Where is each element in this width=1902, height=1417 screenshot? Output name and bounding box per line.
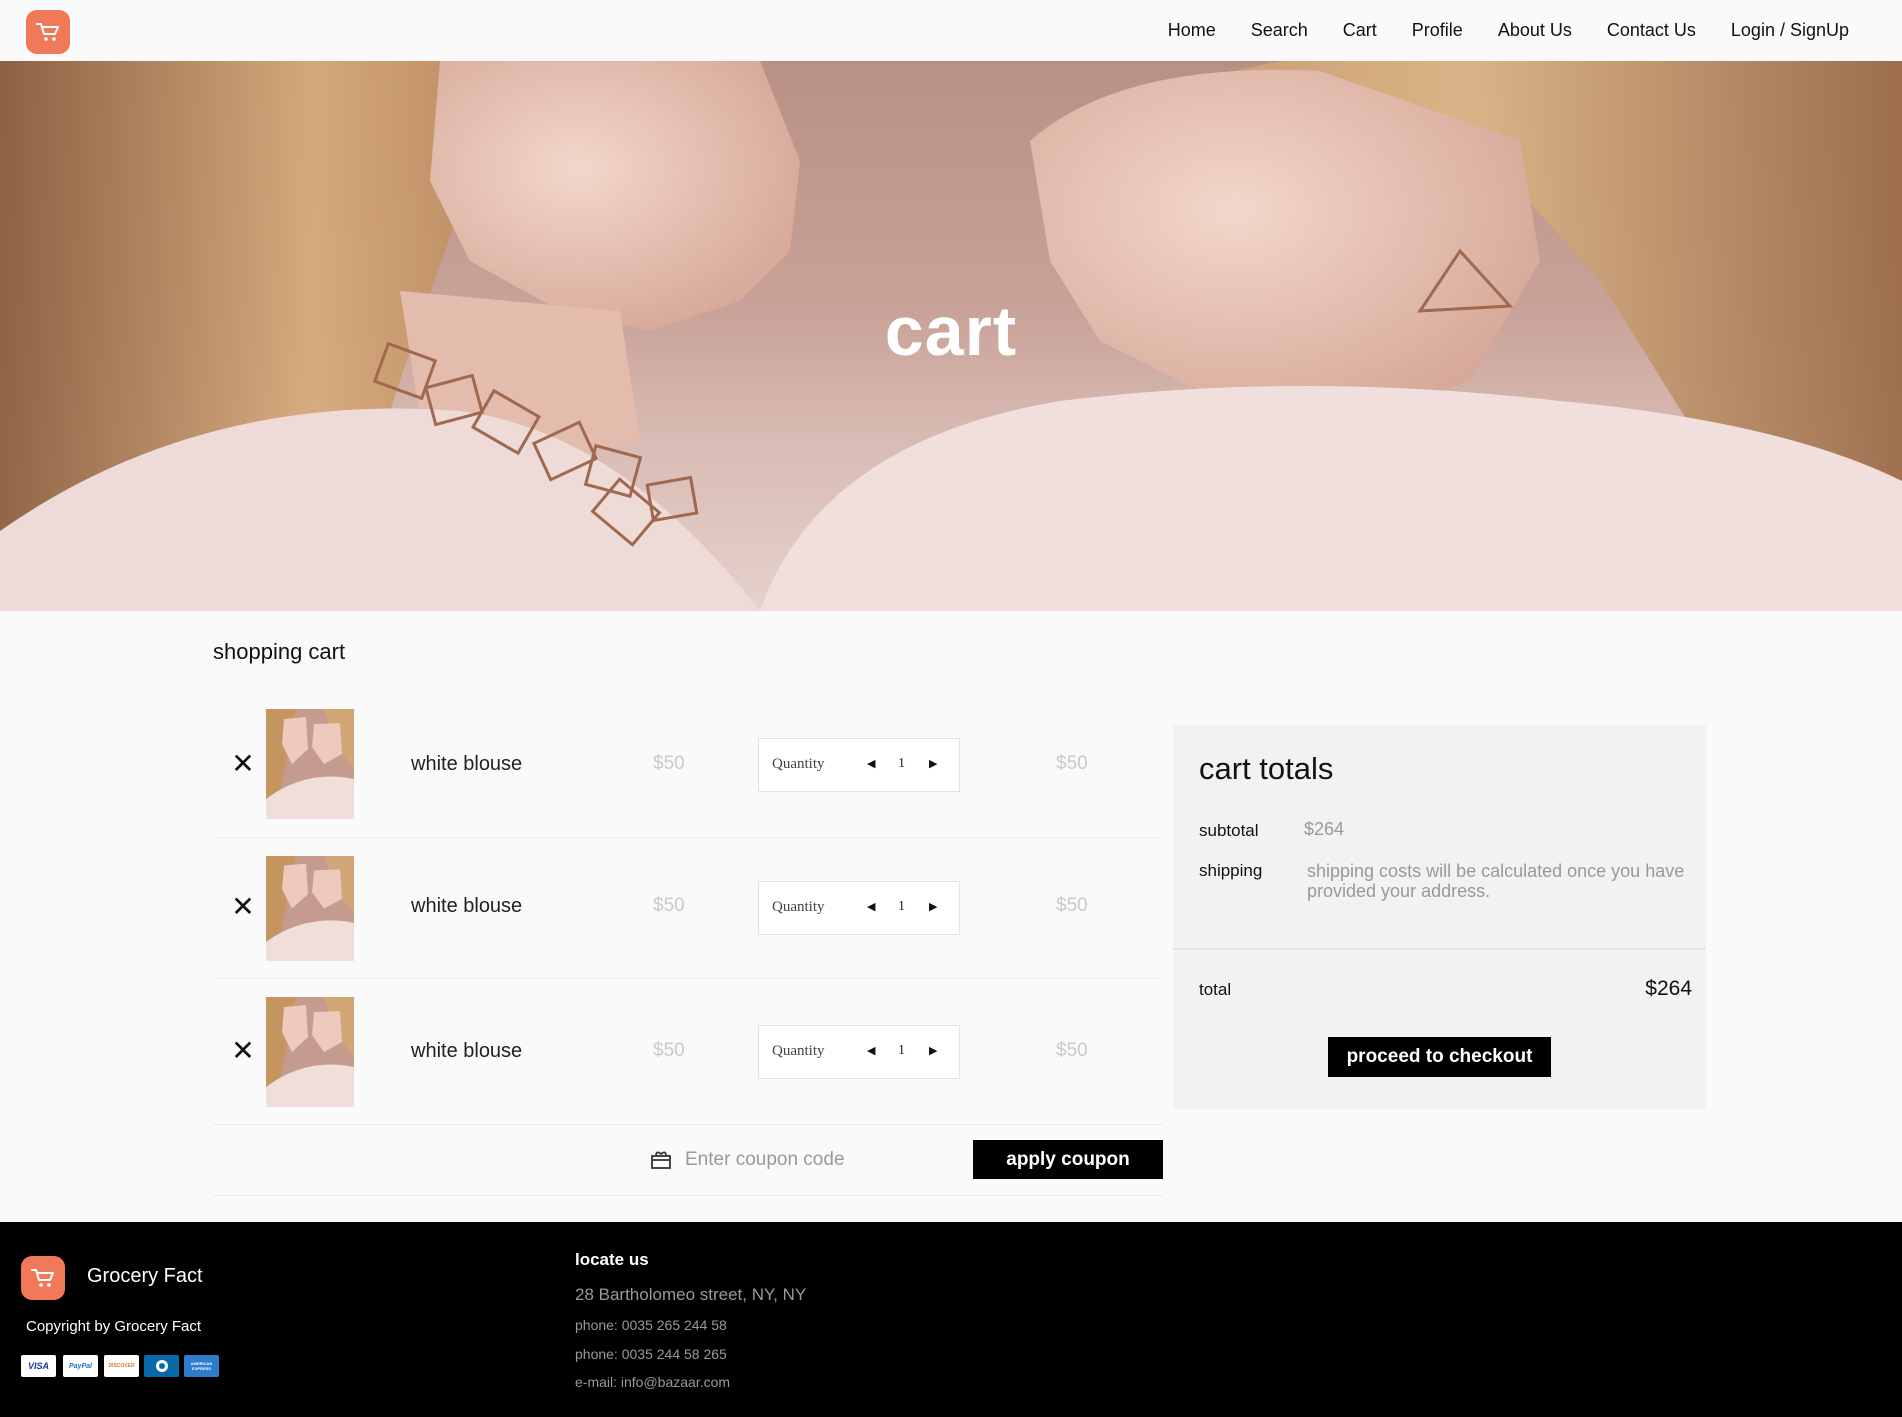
caret-right-icon[interactable]: ▶ [929,1044,937,1057]
caret-left-icon[interactable]: ◀ [867,900,875,913]
apply-coupon-button[interactable]: apply coupon [973,1140,1163,1179]
total-label: total [1199,980,1232,999]
navbar: Home Search Cart Profile About Us Contac… [0,0,1902,61]
cart-icon [36,23,59,41]
close-icon: ✕ [231,891,255,922]
cart-totals-title: cart totals [1199,751,1334,786]
copyright: Copyright by Grocery Fact [26,1318,202,1335]
diners-club-icon [144,1355,179,1377]
product-thumbnail[interactable] [266,709,354,819]
product-image [266,709,354,819]
quantity-stepper: Quantity ◀ 1 ▶ [758,738,960,792]
proceed-to-checkout-button[interactable]: proceed to checkout [1328,1037,1551,1077]
address: 28 Bartholomeo street, NY, NY [575,1285,807,1304]
product-image [266,997,354,1107]
footer-logo[interactable] [21,1256,65,1300]
quantity-value: 1 [898,899,905,914]
nav-search[interactable]: Search [1251,20,1308,41]
discover-icon: DISCOVER [104,1355,139,1377]
cart-item-row: ✕ white blouse $50 Quantity ◀ 1 ▶ $50 [213,692,1163,838]
hero-banner: cart [0,61,1902,611]
gift-icon [651,1151,671,1169]
product-price: $50 [653,895,685,916]
nav-home[interactable]: Home [1168,20,1216,41]
caret-right-icon[interactable]: ▶ [929,900,937,913]
shipping-label: shipping [1199,861,1263,880]
product-price: $50 [653,753,685,774]
quantity-stepper: Quantity ◀ 1 ▶ [758,1025,960,1079]
line-total: $50 [1056,1040,1088,1061]
nav-login[interactable]: Login / SignUp [1731,20,1849,41]
cart-totals-panel: cart totals subtotal $264 shipping shipp… [1173,725,1706,1109]
amex-icon: AMERICAN EXPRESS [184,1355,219,1377]
footer: Grocery Fact Copyright by Grocery Fact V… [0,1222,1902,1417]
quantity-stepper: Quantity ◀ 1 ▶ [758,881,960,935]
phone-2: phone: 0035 244 58 265 [575,1346,727,1362]
phone-1: phone: 0035 265 244 58 [575,1317,727,1333]
divider [1173,948,1706,950]
line-total: $50 [1056,753,1088,774]
total-value: $264 [1645,977,1692,1000]
product-name[interactable]: white blouse [411,895,522,918]
quantity-value: 1 [898,1043,905,1058]
cart-icon [31,1269,54,1287]
caret-left-icon[interactable]: ◀ [867,1044,875,1057]
visa-icon: VISA [21,1355,56,1377]
subtotal-value: $264 [1304,819,1345,839]
cart-item-row: ✕ white blouse $50 Quantity ◀ 1 ▶ $50 [213,838,1163,979]
nav-contact[interactable]: Contact Us [1607,20,1696,41]
product-thumbnail[interactable] [266,997,354,1107]
remove-item-button[interactable]: ✕ [228,749,258,779]
shipping-value: shipping costs will be calculated once y… [1307,861,1685,901]
product-name[interactable]: white blouse [411,753,522,776]
footer-brand: Grocery Fact [87,1265,203,1287]
product-thumbnail[interactable] [266,856,354,961]
quantity-label: Quantity [772,899,825,915]
locate-us-heading: locate us [575,1250,649,1269]
logo[interactable] [26,10,70,54]
quantity-label: Quantity [772,756,825,772]
shopping-cart-heading: shopping cart [213,639,346,664]
nav-profile[interactable]: Profile [1412,20,1463,41]
paypal-icon: PayPal [63,1355,98,1377]
cart-item-row: ✕ white blouse $50 Quantity ◀ 1 ▶ $50 [213,979,1163,1125]
remove-item-button[interactable]: ✕ [228,1036,258,1066]
email[interactable]: e-mail: info@bazaar.com [575,1374,730,1390]
subtotal-label: subtotal [1199,821,1259,840]
close-icon: ✕ [231,748,255,779]
remove-item-button[interactable]: ✕ [228,892,258,922]
page-title: cart [884,292,1018,370]
quantity-label: Quantity [772,1043,825,1059]
coupon-row: apply coupon [213,1125,1163,1196]
nav-links: Home Search Cart Profile About Us Contac… [1133,0,1849,61]
close-icon: ✕ [231,1035,255,1066]
nav-about[interactable]: About Us [1498,20,1572,41]
product-image [266,856,354,961]
product-price: $50 [653,1040,685,1061]
nav-cart[interactable]: Cart [1343,20,1377,41]
coupon-input[interactable] [683,1137,967,1183]
line-total: $50 [1056,895,1088,916]
caret-left-icon[interactable]: ◀ [867,757,875,770]
quantity-value: 1 [898,756,905,771]
caret-right-icon[interactable]: ▶ [929,757,937,770]
product-name[interactable]: white blouse [411,1040,522,1063]
